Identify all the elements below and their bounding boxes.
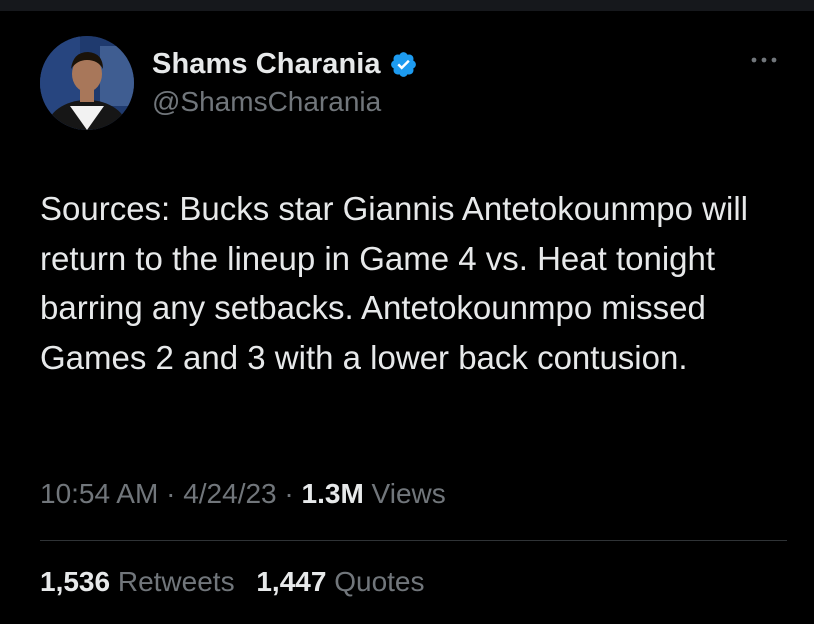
verified-badge-icon[interactable] — [389, 50, 418, 79]
meta-separator: · — [284, 478, 294, 509]
views-label: Views — [371, 478, 446, 509]
top-bar-strip — [0, 0, 814, 11]
avatar-image — [40, 36, 134, 130]
quotes-label: Quotes — [334, 566, 425, 597]
display-name-row: Shams Charania — [152, 46, 418, 82]
tweet-date[interactable]: 4/24/23 — [183, 478, 276, 509]
meta-separator: · — [166, 478, 176, 509]
more-options-icon[interactable] — [748, 50, 780, 70]
retweets-label: Retweets — [117, 566, 235, 597]
views-count: 1.3M — [301, 478, 364, 509]
avatar[interactable] — [40, 36, 134, 130]
retweets-count: 1,536 — [40, 566, 111, 597]
display-name[interactable]: Shams Charania — [152, 48, 381, 81]
tweet-time[interactable]: 10:54 AM — [40, 478, 158, 509]
quotes-stat[interactable]: 1,447 Quotes — [256, 566, 424, 597]
quotes-count: 1,447 — [256, 566, 327, 597]
engagement-stats: 1,536 Retweets 1,447 Quotes — [40, 566, 439, 598]
retweets-stat[interactable]: 1,536 Retweets — [40, 566, 242, 597]
tweet-text: Sources: Bucks star Giannis Antetokounmp… — [40, 190, 749, 376]
author-info: Shams Charania @ShamsCharania — [152, 46, 418, 118]
tweet-meta: 10:54 AM · 4/24/23 · 1.3M Views — [40, 478, 446, 510]
handle[interactable]: @ShamsCharania — [152, 86, 418, 118]
divider — [40, 540, 787, 541]
tweet-header: Shams Charania @ShamsCharania — [40, 36, 780, 132]
